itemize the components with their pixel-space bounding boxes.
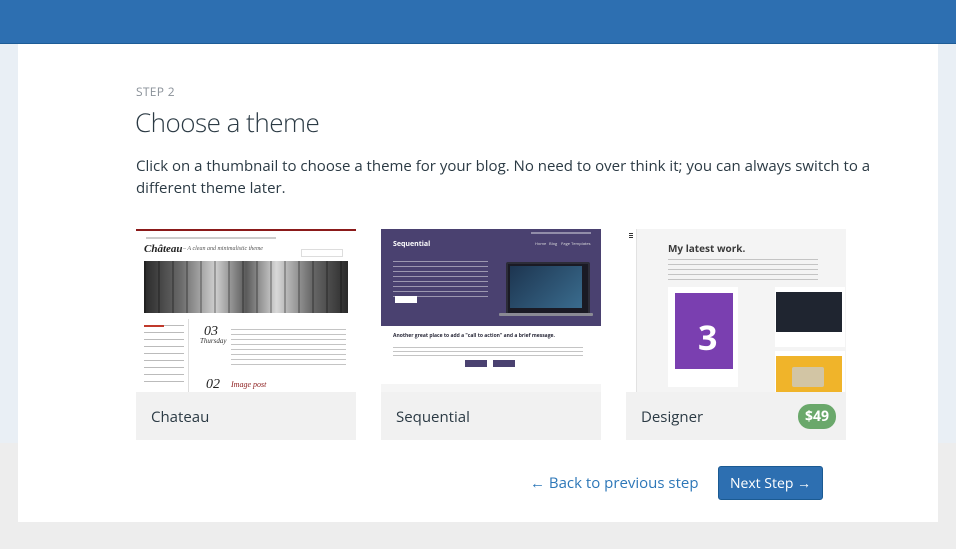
preview-post-weekday: Thursday bbox=[200, 337, 227, 345]
laptop-base bbox=[499, 313, 593, 316]
step-label: STEP 2 bbox=[136, 83, 175, 100]
page-title: Choose a theme bbox=[135, 104, 320, 140]
preview-post-title: Image post bbox=[231, 380, 267, 389]
portfolio-notebook bbox=[792, 367, 824, 387]
search-box bbox=[301, 249, 343, 257]
preview-post-body bbox=[231, 329, 346, 369]
preview-intro bbox=[668, 259, 818, 281]
preview-cta-button-2 bbox=[493, 360, 515, 367]
theme-card-designer[interactable]: My latest work. 3 Designer $49 bbox=[626, 229, 846, 440]
top-bar bbox=[0, 0, 956, 44]
theme-card-sequential[interactable]: Sequential Home Blog Page Templates Anot… bbox=[381, 229, 601, 440]
preview-nav-home: Home bbox=[535, 242, 547, 247]
preview-headline: My latest work. bbox=[668, 241, 746, 255]
preview-cta-body bbox=[393, 347, 583, 357]
preview-button bbox=[395, 296, 417, 303]
portfolio-image-dark bbox=[776, 292, 842, 332]
preview-tagline: – A clean and minimalistic theme bbox=[183, 246, 263, 252]
sidebar-accent bbox=[144, 325, 164, 327]
theme-thumbnail-sequential[interactable]: Sequential Home Blog Page Templates Anot… bbox=[381, 229, 601, 392]
price-badge: $49 bbox=[797, 404, 836, 429]
theme-name: Sequential bbox=[396, 407, 470, 427]
preview-cta-button-1 bbox=[465, 360, 487, 367]
preview-side-rail bbox=[626, 229, 637, 392]
accent-strip bbox=[136, 229, 356, 231]
preview-intro-text bbox=[393, 261, 488, 301]
theme-name: Chateau bbox=[151, 407, 210, 427]
preview-post2-day: 02 bbox=[206, 377, 220, 392]
preview-nav-templates: Page Templates bbox=[561, 242, 591, 247]
theme-thumbnail-designer[interactable]: My latest work. 3 bbox=[626, 229, 846, 392]
menu-icon bbox=[629, 233, 633, 234]
preview-site-title: Sequential bbox=[393, 240, 431, 249]
preview-site-title: Château bbox=[144, 243, 183, 255]
preview-cta: Another great place to add a "call to ac… bbox=[393, 333, 555, 339]
top-nav-bar bbox=[146, 237, 276, 239]
sidebar-divider bbox=[188, 319, 189, 392]
preview-card-number: 3 bbox=[698, 314, 718, 360]
preview-topline bbox=[531, 232, 591, 234]
sidebar-links bbox=[144, 325, 184, 385]
next-step-button[interactable]: Next Step → bbox=[718, 466, 823, 500]
back-to-previous-step-link[interactable]: ← Back to previous step bbox=[530, 473, 699, 493]
theme-card-chateau[interactable]: Château – A clean and minimalistic theme… bbox=[136, 229, 356, 440]
hero-image-columns bbox=[144, 261, 348, 313]
page-description: Click on a thumbnail to choose a theme f… bbox=[136, 156, 871, 198]
theme-name: Designer bbox=[641, 407, 704, 427]
laptop-display bbox=[510, 266, 582, 308]
preview-footer bbox=[381, 384, 601, 392]
theme-thumbnail-chateau[interactable]: Château – A clean and minimalistic theme… bbox=[136, 229, 356, 392]
preview-nav-blog: Blog bbox=[549, 242, 558, 247]
